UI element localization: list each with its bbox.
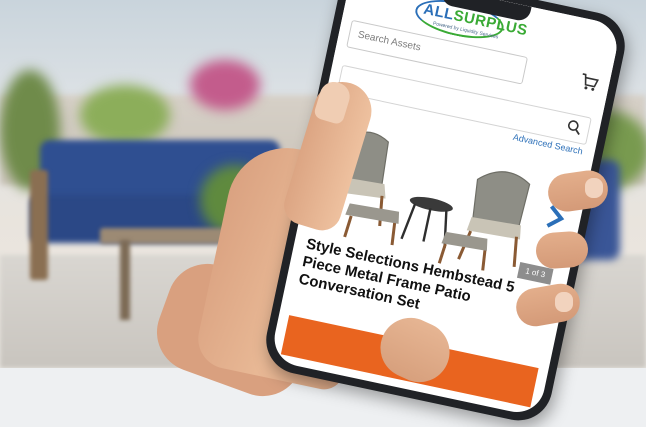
background-flowers [190, 60, 260, 110]
search-icon[interactable] [565, 118, 584, 137]
background-bush [80, 85, 170, 145]
finger-nail [555, 292, 573, 312]
search-assets-placeholder: Search Assets [356, 29, 422, 54]
finger-nail [585, 178, 603, 198]
shopping-cart-icon[interactable] [577, 71, 601, 95]
background-sofa-arm [30, 170, 48, 280]
background-table-leg [120, 240, 130, 320]
